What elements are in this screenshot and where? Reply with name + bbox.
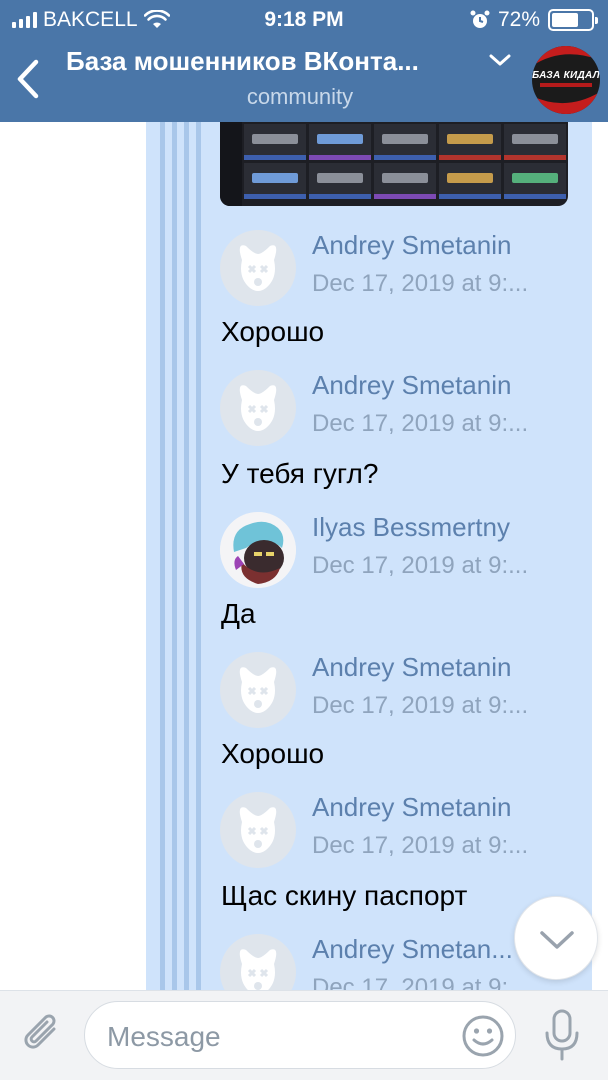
battery-percent: 72% — [497, 8, 540, 31]
message-header: Andrey Smetanin Dec 17, 2019 at 9:... — [220, 230, 560, 306]
message-text: Хорошо — [221, 316, 325, 347]
author-name[interactable]: Andrey Smetan... — [312, 934, 513, 965]
inventory-item — [374, 163, 436, 199]
author-name[interactable]: Andrey Smetanin — [312, 230, 511, 261]
chat-area[interactable]: Andrey Smetanin Dec 17, 2019 at 9:... Хо… — [0, 122, 608, 992]
chat-subtitle: community — [246, 84, 354, 109]
message-header: Andrey Smetanin Dec 17, 2019 at 9:... — [220, 370, 560, 446]
composer-bar: Message — [0, 990, 608, 1080]
status-bar: BAKCELL 9:18 PM 72% — [0, 0, 608, 40]
chat-title[interactable]: База мошенников ВКонта... — [66, 46, 419, 77]
message-date: Dec 17, 2019 at 9:... — [312, 552, 529, 579]
battery-icon — [548, 9, 598, 31]
message-header: Ilyas Bessmertny Dec 17, 2019 at 9:... — [220, 512, 560, 588]
message-date: Dec 17, 2019 at 9:... — [312, 410, 529, 437]
community-avatar-text: БАЗА КИДАЛ — [532, 70, 600, 81]
scroll-down-button[interactable] — [514, 896, 598, 980]
community-avatar[interactable]: БАЗА КИДАЛ — [532, 46, 600, 114]
alarm-icon — [470, 10, 490, 28]
inventory-item — [244, 124, 306, 160]
inventory-screenshot[interactable] — [220, 122, 568, 206]
inventory-item — [309, 163, 371, 199]
paperclip-icon[interactable] — [20, 1009, 64, 1059]
author-name[interactable]: Ilyas Bessmertny — [312, 512, 510, 543]
status-right: 72% — [470, 8, 598, 32]
deactivated-avatar-icon[interactable] — [220, 370, 296, 446]
logo-stripe — [540, 83, 592, 87]
message-date: Dec 17, 2019 at 9:... — [312, 270, 529, 297]
message-header: Andrey Smetanin Dec 17, 2019 at 9:... — [220, 652, 560, 728]
deactivated-avatar-icon[interactable] — [220, 652, 296, 728]
screenshot-grid — [244, 124, 566, 199]
message-header: Andrey Smetan... Dec 17, 2019 at 9:... — [220, 934, 560, 992]
message-input[interactable]: Message — [84, 1001, 516, 1069]
inventory-item — [439, 163, 501, 199]
inventory-item — [504, 124, 566, 160]
chevron-down-icon — [540, 931, 574, 949]
message-placeholder: Message — [107, 1021, 221, 1052]
inventory-item — [439, 124, 501, 160]
nav-bar: База мошенников ВКонта... community БАЗА… — [0, 40, 608, 122]
author-name[interactable]: Andrey Smetanin — [312, 652, 511, 683]
message-date: Dec 17, 2019 at 9:... — [312, 832, 529, 859]
emoji-icon[interactable] — [461, 1014, 505, 1058]
message-header: Andrey Smetanin Dec 17, 2019 at 9:... — [220, 792, 560, 868]
inventory-item — [374, 124, 436, 160]
inventory-item — [309, 124, 371, 160]
message-text: Хорошо — [221, 738, 325, 769]
screenshot-sidebar — [220, 122, 242, 206]
author-name[interactable]: Andrey Smetanin — [312, 792, 511, 823]
chevron-down-icon[interactable] — [488, 50, 512, 70]
microphone-icon[interactable] — [540, 1007, 584, 1063]
forward-lines — [160, 122, 210, 992]
user-avatar[interactable] — [220, 512, 296, 588]
deactivated-avatar-icon[interactable] — [220, 230, 296, 306]
author-name[interactable]: Andrey Smetanin — [312, 370, 511, 401]
message-text: У тебя гугл? — [221, 458, 379, 489]
message-text: Да — [221, 598, 256, 629]
inventory-item — [504, 163, 566, 199]
inventory-item — [244, 163, 306, 199]
message-date: Dec 17, 2019 at 9:... — [312, 692, 529, 719]
screen: BAKCELL 9:18 PM 72% База мошенников ВКон… — [0, 0, 608, 1080]
message-text: Щас скину паспорт — [221, 880, 468, 911]
deactivated-avatar-icon[interactable] — [220, 934, 296, 992]
deactivated-avatar-icon[interactable] — [220, 792, 296, 868]
